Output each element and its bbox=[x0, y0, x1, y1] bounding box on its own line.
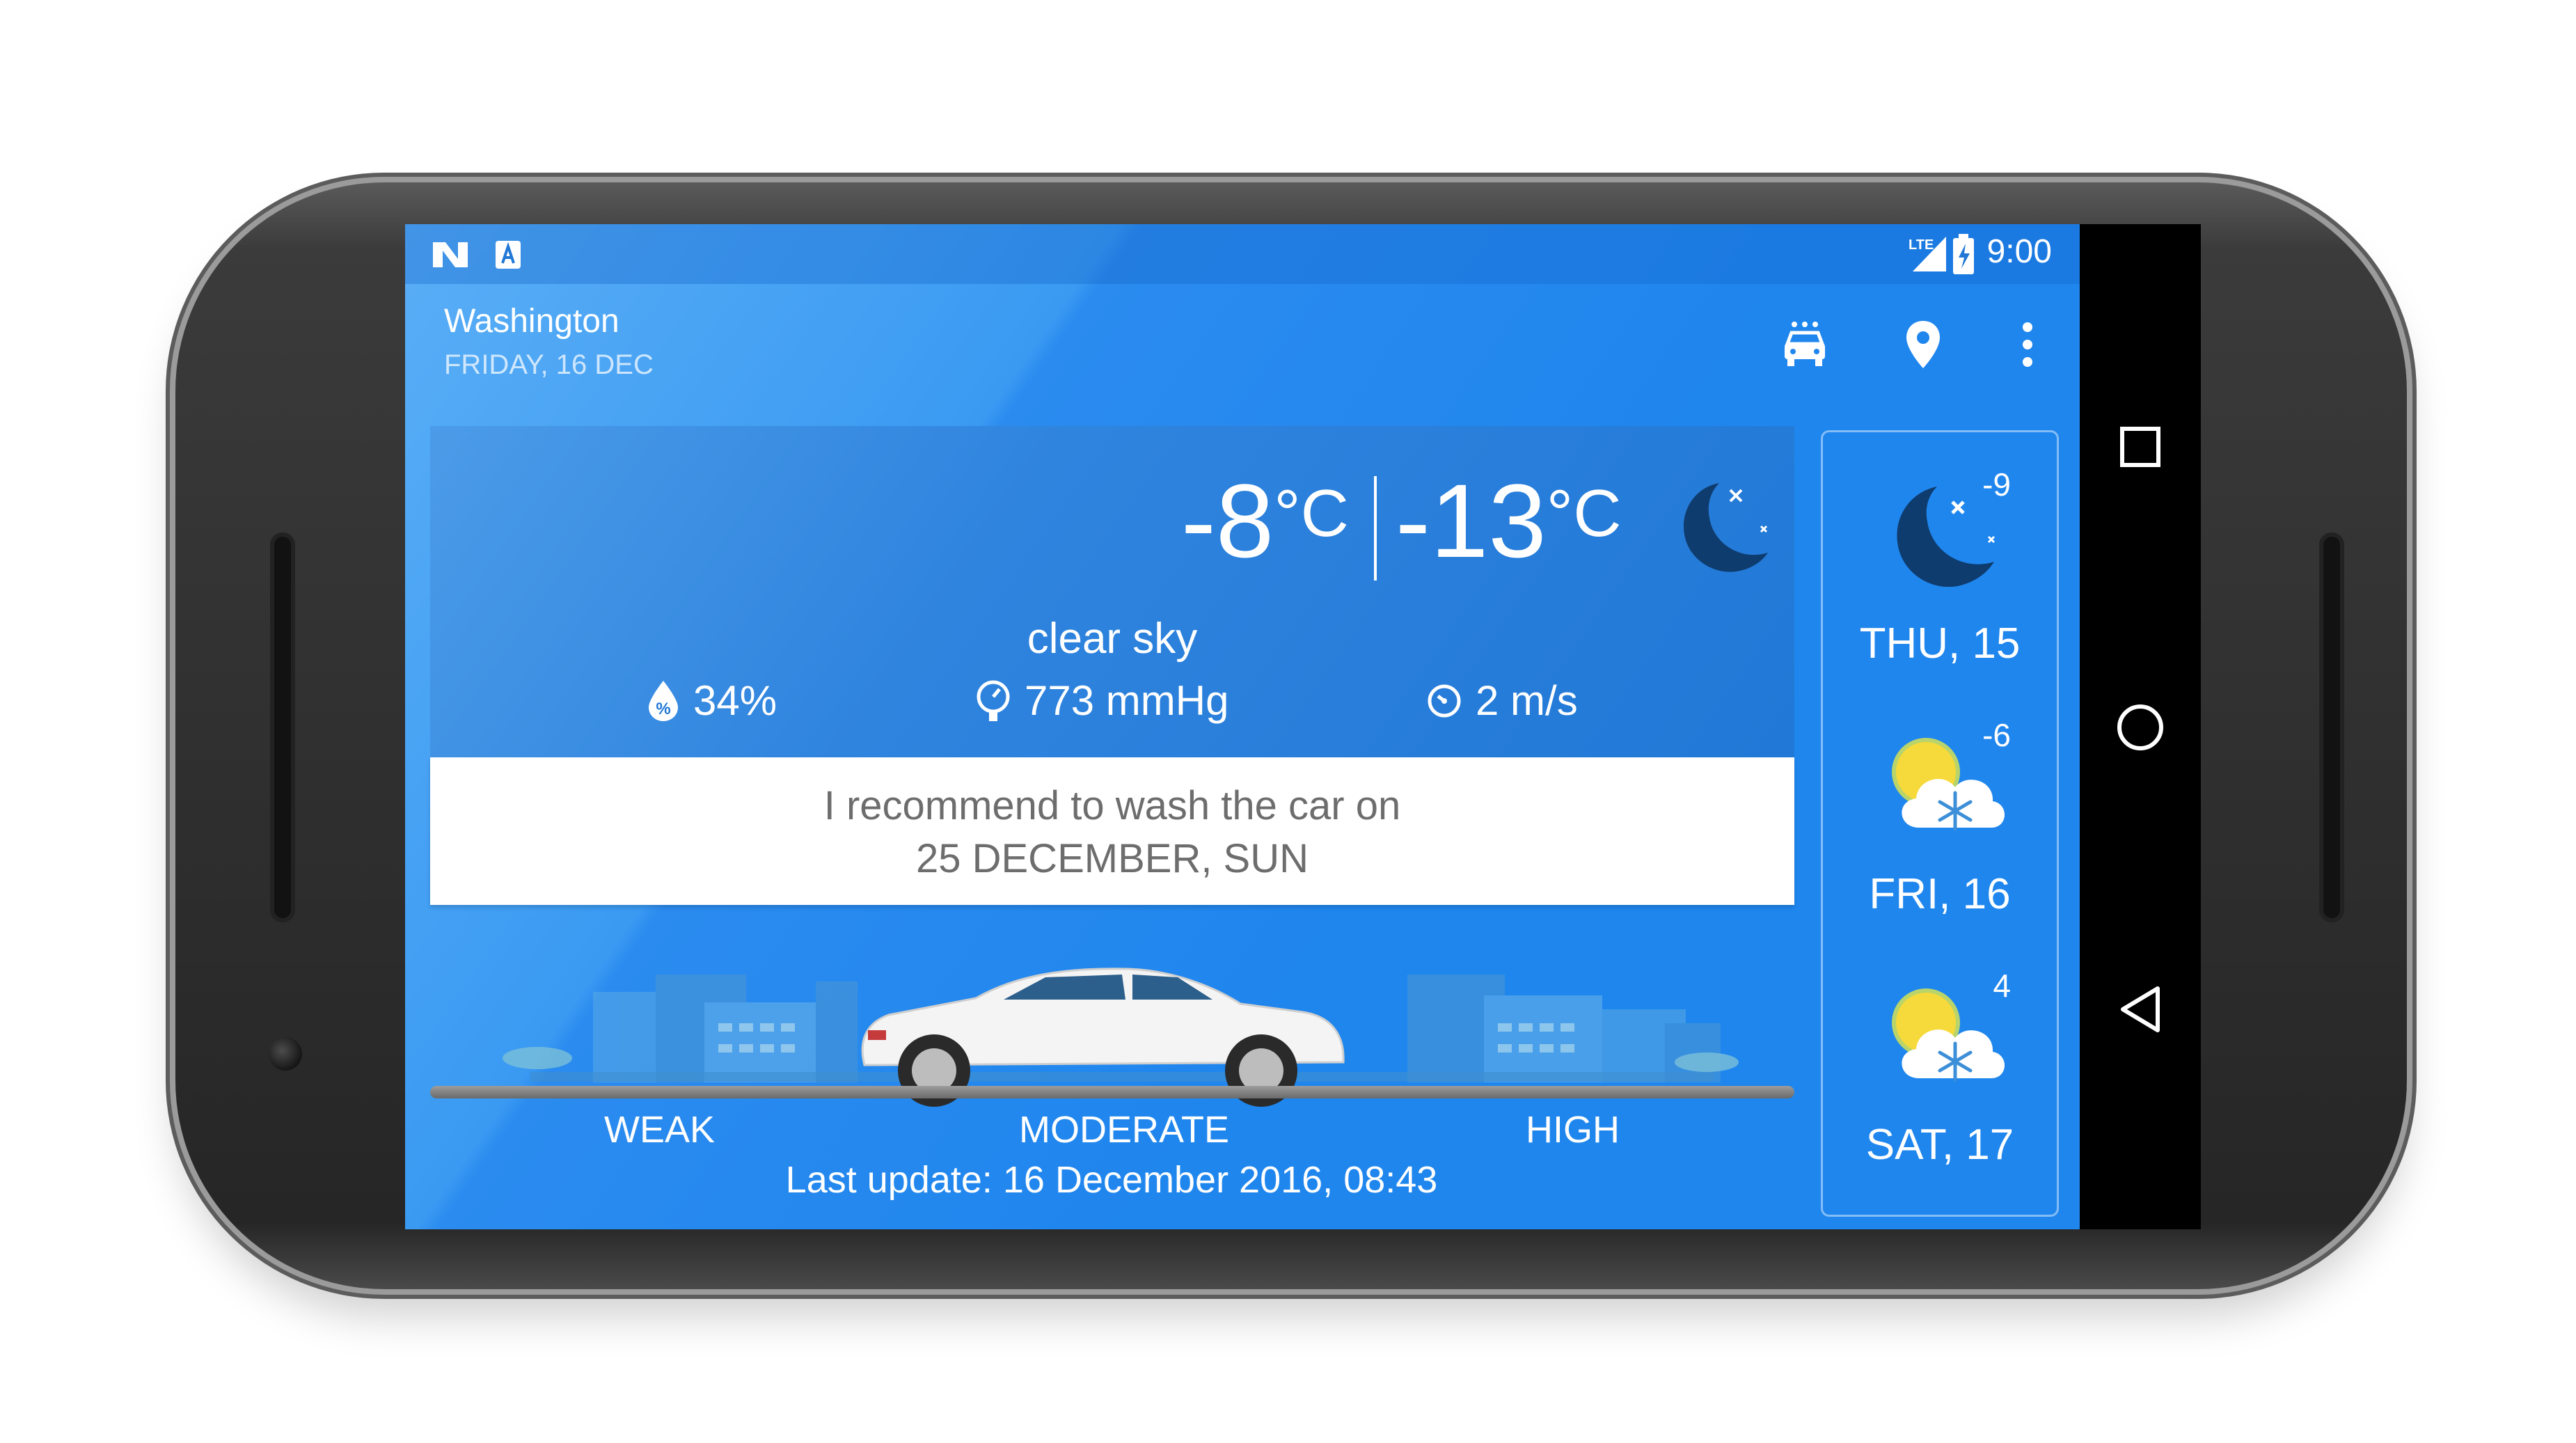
moon-night-icon bbox=[1684, 483, 1768, 572]
car-wash-button[interactable] bbox=[1773, 313, 1836, 376]
navigation-bar bbox=[2080, 224, 2201, 1229]
wind-metric: 2 m/s bbox=[1425, 677, 1578, 725]
condition-text: clear sky bbox=[1027, 615, 1198, 663]
phone-speaker-left bbox=[270, 533, 295, 922]
notification-n-icon bbox=[433, 242, 468, 267]
battery-charging-icon bbox=[1953, 234, 1974, 274]
low-temp-unit: °C bbox=[1546, 476, 1622, 551]
recommendation-date: 25 DECEMBER, SUN bbox=[915, 836, 1309, 881]
status-bar: LTE 9:00 bbox=[405, 224, 2080, 284]
car-wash-icon bbox=[1785, 322, 1825, 366]
wash-level-bar bbox=[430, 1086, 1794, 1098]
status-clock: 9:00 bbox=[1986, 233, 2052, 270]
forecast-item[interactable]: 4 SAT, 17 bbox=[1823, 946, 2057, 1183]
more-vert-icon bbox=[2023, 322, 2032, 367]
app-screen: LTE 9:00 Washington FRIDAY, 16 DEC -8°C … bbox=[405, 224, 2080, 1229]
recents-button[interactable] bbox=[2080, 405, 2201, 489]
svg-text:LTE: LTE bbox=[1909, 237, 1934, 253]
overflow-menu-button[interactable] bbox=[1996, 313, 2059, 376]
last-update-text: Last update: 16 December 2016, 08:43 bbox=[785, 1159, 1438, 1201]
forecast-item[interactable]: -6 FRI, 16 bbox=[1823, 695, 2057, 932]
forecast-item[interactable]: -9 THU, 15 bbox=[1823, 445, 2057, 681]
forecast-day: SAT, 17 bbox=[1865, 1121, 2014, 1169]
recommendation-line1: I recommend to wash the car on bbox=[823, 783, 1401, 828]
low-temperature: -13°C bbox=[1396, 461, 1622, 581]
location-pin-icon bbox=[1906, 321, 1940, 368]
location-button[interactable] bbox=[1892, 313, 1954, 376]
humidity-metric: % 34% bbox=[646, 677, 777, 725]
wind-compass-icon bbox=[1428, 684, 1461, 717]
forecast-temp: -9 bbox=[1982, 466, 2011, 503]
recommendation-card: I recommend to wash the car on 25 DECEMB… bbox=[430, 757, 1794, 905]
current-temperature: -8°C bbox=[1181, 461, 1349, 581]
current-temp-unit: °C bbox=[1274, 476, 1349, 551]
forecast-panel: -9 THU, 15 -6 FRI, 16 4 SAT, 17 bbox=[1821, 430, 2059, 1217]
wind-value: 2 m/s bbox=[1476, 677, 1578, 724]
low-temp-value: -13 bbox=[1396, 462, 1547, 579]
pressure-metric: 773 mmHg bbox=[974, 677, 1228, 725]
pressure-gauge-icon bbox=[977, 680, 1010, 721]
forecast-temp: 4 bbox=[1993, 968, 2011, 1004]
home-circle-icon bbox=[2117, 704, 2163, 750]
phone-camera bbox=[269, 1037, 302, 1071]
forecast-temp: -6 bbox=[1982, 717, 2011, 753]
temp-divider bbox=[1374, 476, 1377, 581]
notification-a-icon bbox=[496, 241, 521, 269]
current-temp-value: -8 bbox=[1180, 462, 1274, 579]
scale-high-label: HIGH bbox=[1526, 1109, 1620, 1151]
lte-signal-icon: LTE bbox=[1909, 237, 1946, 271]
humidity-drop-icon: % bbox=[649, 680, 678, 721]
pressure-value: 773 mmHg bbox=[1025, 677, 1229, 724]
phone-speaker-right bbox=[2319, 533, 2344, 922]
city-title[interactable]: Washington bbox=[444, 302, 619, 340]
date-subtitle: FRIDAY, 16 DEC bbox=[444, 349, 654, 380]
forecast-day: FRI, 16 bbox=[1869, 870, 2011, 918]
humidity-value: 34% bbox=[693, 677, 777, 724]
recents-square-icon bbox=[2120, 427, 2160, 467]
forecast-day: THU, 15 bbox=[1859, 620, 2021, 668]
scale-moderate-label: MODERATE bbox=[1019, 1109, 1230, 1151]
car-cityscape-illustration bbox=[503, 968, 1739, 1107]
current-weather-card: -8°C -13°C clear sky % 34% 773 mmHg 2 m/… bbox=[430, 426, 1794, 757]
svg-text:%: % bbox=[656, 700, 670, 718]
scale-weak-label: WEAK bbox=[604, 1109, 716, 1151]
back-triangle-icon bbox=[2121, 986, 2160, 1032]
back-button[interactable] bbox=[2080, 968, 2201, 1051]
home-button[interactable] bbox=[2080, 686, 2201, 769]
